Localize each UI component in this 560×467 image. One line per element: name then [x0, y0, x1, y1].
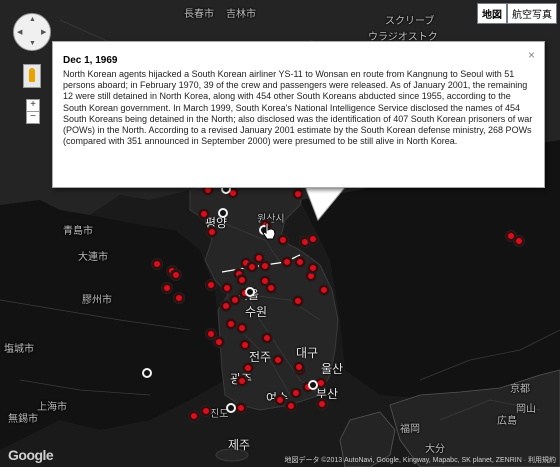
info-date: Dec 1, 1969	[63, 55, 118, 66]
city-label: 제주	[228, 438, 251, 452]
city-label: 広島	[497, 416, 517, 427]
incident-marker[interactable]	[278, 235, 288, 245]
city-label: 上海市	[37, 402, 67, 413]
incident-marker[interactable]	[214, 337, 224, 347]
city-label: 青島市	[63, 226, 93, 237]
incident-marker[interactable]	[275, 395, 285, 405]
incident-marker[interactable]	[240, 340, 250, 350]
zoom-out-button[interactable]: −	[26, 111, 40, 124]
incident-marker[interactable]	[319, 285, 329, 295]
incident-marker[interactable]	[206, 280, 216, 290]
incident-marker[interactable]	[273, 355, 283, 365]
incident-marker[interactable]	[237, 275, 247, 285]
incident-marker[interactable]	[308, 234, 318, 244]
street-view-pegman-icon[interactable]	[23, 64, 41, 88]
pan-left-icon[interactable]: ◀	[17, 28, 22, 36]
incident-marker[interactable]	[247, 262, 257, 272]
map-type-satellite-button[interactable]: 航空写真	[507, 3, 557, 24]
incident-marker[interactable]	[230, 295, 240, 305]
incident-marker[interactable]	[237, 376, 247, 386]
incident-marker[interactable]	[221, 301, 231, 311]
map-attribution[interactable]: 地図データ ©2013 AutoNavi, Google, Kingway, M…	[284, 455, 556, 465]
city-label: 吉林市	[226, 9, 256, 20]
info-text: North Korean agents hijacked a South Kor…	[63, 69, 533, 147]
incident-marker[interactable]	[226, 319, 236, 329]
city-label: 大分	[425, 444, 445, 455]
city-marker[interactable]	[218, 208, 228, 218]
incident-marker[interactable]	[317, 399, 327, 409]
incident-marker[interactable]	[152, 259, 162, 269]
city-label: スクリーブ	[385, 16, 435, 27]
city-label: 대구	[296, 346, 319, 360]
pan-up-icon[interactable]: ▲	[29, 16, 36, 23]
pan-down-icon[interactable]: ▼	[29, 40, 36, 47]
incident-marker[interactable]	[189, 411, 199, 421]
city-marker[interactable]	[308, 380, 318, 390]
city-label: 京都	[510, 384, 530, 395]
city-label: 福岡	[400, 424, 420, 435]
incident-marker[interactable]	[236, 403, 246, 413]
city-marker[interactable]	[226, 403, 236, 413]
google-logo: Google	[8, 447, 54, 463]
incident-marker[interactable]	[222, 283, 232, 293]
incident-marker[interactable]	[260, 261, 270, 271]
pan-right-icon[interactable]: ▶	[41, 28, 46, 36]
incident-marker[interactable]	[201, 406, 211, 416]
incident-marker[interactable]	[243, 363, 253, 373]
incident-marker[interactable]	[294, 362, 304, 372]
city-label: 長春市	[184, 9, 214, 20]
incident-marker[interactable]	[295, 257, 305, 267]
incident-marker[interactable]	[171, 270, 181, 280]
info-window: × Dec 1, 1969 North Korean agents hijack…	[52, 41, 545, 188]
city-label: 울산	[321, 362, 344, 376]
incident-marker[interactable]	[293, 296, 303, 306]
incident-marker[interactable]	[266, 283, 276, 293]
city-label: 전주	[249, 350, 272, 364]
incident-marker[interactable]	[514, 236, 524, 246]
incident-marker[interactable]	[286, 401, 296, 411]
map-type-control: 地図 航空写真	[477, 3, 557, 24]
incident-marker[interactable]	[282, 257, 292, 267]
city-marker[interactable]	[142, 368, 152, 378]
incident-marker[interactable]	[237, 323, 247, 333]
city-label: 岡山	[516, 404, 536, 415]
map-type-map-button[interactable]: 地図	[477, 3, 507, 24]
hand-cursor-icon	[262, 222, 276, 240]
city-label: 無錫市	[8, 414, 38, 425]
incident-marker[interactable]	[174, 293, 184, 303]
city-marker[interactable]	[245, 287, 255, 297]
incident-marker[interactable]	[207, 227, 217, 237]
incident-marker[interactable]	[262, 333, 272, 343]
city-label: 大連市	[78, 252, 108, 263]
incident-marker[interactable]	[308, 263, 318, 273]
city-label: 膠州市	[82, 295, 112, 306]
incident-marker[interactable]	[199, 209, 209, 219]
city-label: 수원	[245, 305, 268, 319]
pan-control[interactable]: ▲ ◀ ▶ ▼	[13, 13, 51, 51]
city-label: 塩城市	[4, 344, 34, 355]
incident-marker[interactable]	[162, 283, 172, 293]
close-icon[interactable]: ×	[528, 48, 535, 62]
incident-marker[interactable]	[291, 388, 301, 398]
incident-marker[interactable]	[293, 189, 303, 199]
